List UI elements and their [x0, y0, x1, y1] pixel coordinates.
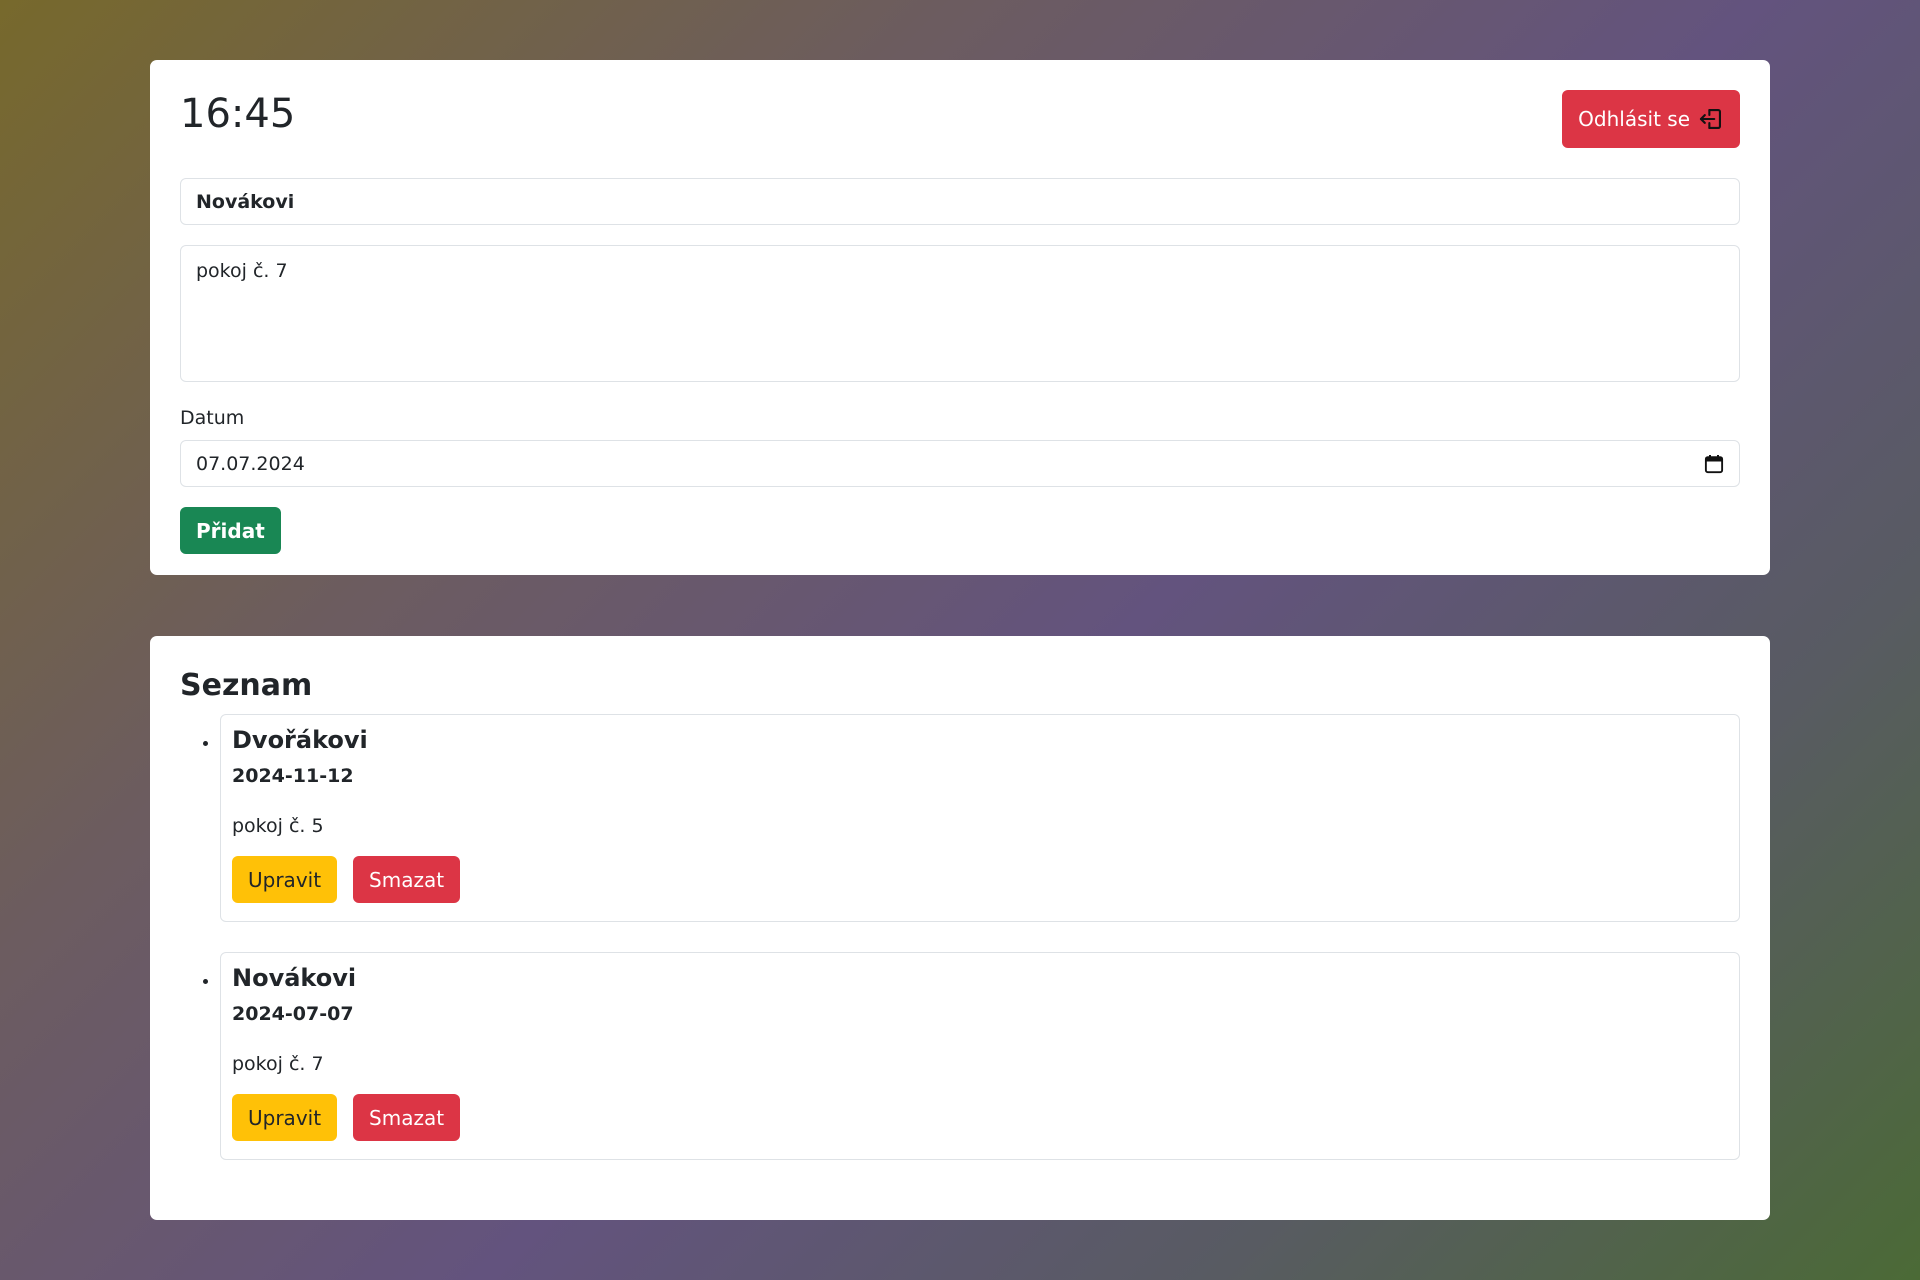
entry-note: pokoj č. 5	[232, 815, 324, 837]
entry-note: pokoj č. 7	[232, 1053, 324, 1075]
logout-button[interactable]: Odhlásit se	[1562, 90, 1740, 148]
entries-list: Dvořákovi 2024-11-12 pokoj č. 5 Upravit …	[180, 714, 1740, 1160]
delete-button[interactable]: Smazat	[353, 856, 461, 903]
entry-date: 2024-11-12	[232, 765, 354, 787]
date-value: 07.07.2024	[196, 452, 305, 475]
logout-label: Odhlásit se	[1578, 107, 1690, 131]
date-label: Datum	[180, 407, 245, 429]
entry-card: Novákovi 2024-07-07 pokoj č. 7 Upravit S…	[220, 952, 1740, 1160]
list-title: Seznam	[180, 668, 313, 703]
add-button[interactable]: Přidat	[180, 507, 281, 554]
list-item: Dvořákovi 2024-11-12 pokoj č. 5 Upravit …	[220, 714, 1740, 922]
name-input[interactable]	[180, 178, 1740, 225]
form-header: 16:45 Odhlásit se	[180, 90, 1740, 178]
edit-button[interactable]: Upravit	[232, 856, 338, 903]
entry-actions: Upravit Smazat	[232, 1094, 1728, 1141]
edit-button[interactable]: Upravit	[232, 1094, 338, 1141]
note-textarea[interactable]: pokoj č. 7	[180, 245, 1740, 382]
date-input[interactable]: 07.07.2024	[180, 440, 1740, 487]
entry-name: Dvořákovi	[232, 726, 368, 754]
box-arrow-left-icon	[1698, 106, 1724, 132]
entry-actions: Upravit Smazat	[232, 856, 1728, 903]
calendar-icon[interactable]	[1704, 454, 1724, 474]
list-item: Novákovi 2024-07-07 pokoj č. 7 Upravit S…	[220, 952, 1740, 1160]
entry-name: Novákovi	[232, 964, 357, 992]
list-card: Seznam Dvořákovi 2024-11-12 pokoj č. 5 U…	[150, 636, 1770, 1220]
delete-button[interactable]: Smazat	[353, 1094, 461, 1141]
clock-display: 16:45	[180, 91, 296, 137]
entry-date: 2024-07-07	[232, 1003, 354, 1025]
entry-form-card: 16:45 Odhlásit se pokoj č. 7 Datum 07.07…	[150, 60, 1770, 575]
entry-card: Dvořákovi 2024-11-12 pokoj č. 5 Upravit …	[220, 714, 1740, 922]
